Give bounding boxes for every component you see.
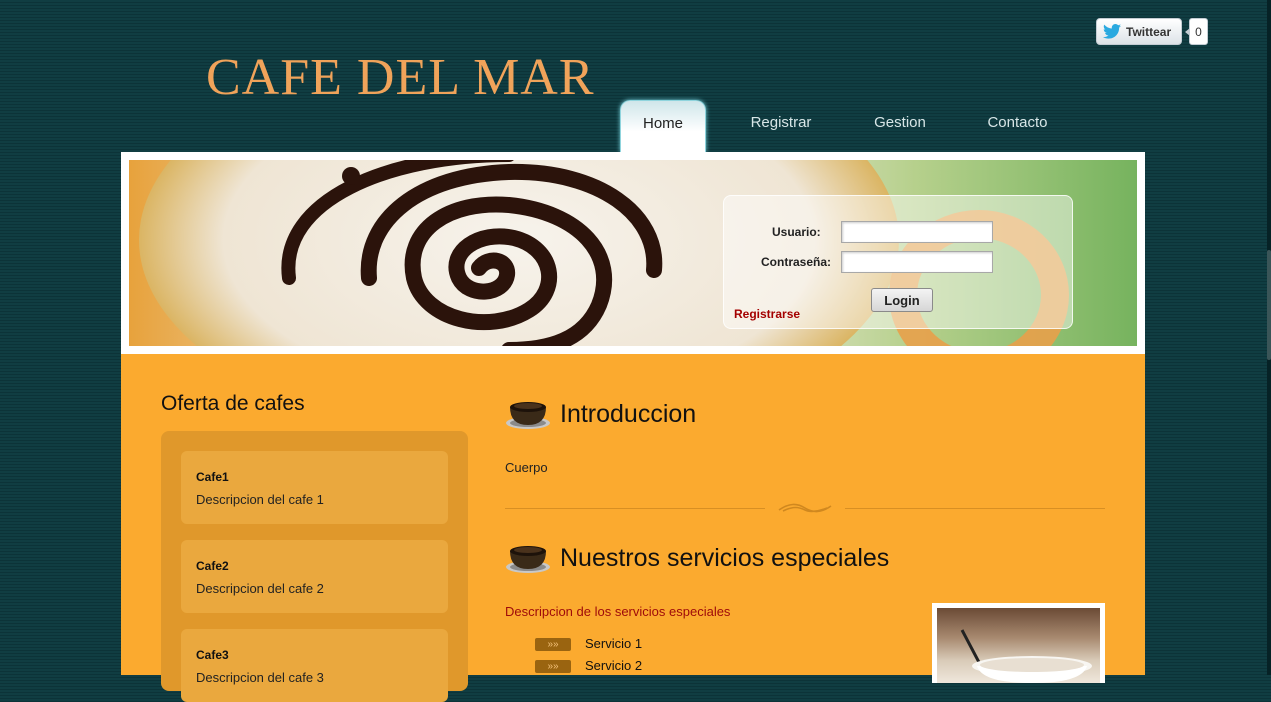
cafe-description: Descripcion del cafe 2 xyxy=(196,581,324,596)
scrollbar-thumb[interactable] xyxy=(1267,250,1271,360)
username-label: Usuario: xyxy=(772,225,821,239)
cafe-description: Descripcion del cafe 1 xyxy=(196,492,324,507)
services-description: Descripcion de los servicios especiales xyxy=(505,604,731,619)
twitter-share-button[interactable]: Twittear xyxy=(1096,18,1182,45)
site-logo[interactable]: CAFE DEL MAR xyxy=(206,48,595,107)
twitter-button-label: Twittear xyxy=(1126,24,1172,39)
service-item[interactable]: »» Servicio 1 xyxy=(535,636,643,652)
twitter-bird-icon xyxy=(1103,24,1121,39)
divider-ornament xyxy=(765,501,845,515)
sidebar-title: Oferta de cafes xyxy=(161,392,305,415)
nav-registrar[interactable]: Registrar xyxy=(736,100,826,152)
intro-body: Cuerpo xyxy=(505,460,548,475)
intro-title: Introduccion xyxy=(560,400,697,428)
service-label: Servicio 1 xyxy=(585,636,643,651)
nav-contacto[interactable]: Contacto xyxy=(975,100,1060,152)
cafe-card[interactable]: Cafe2 Descripcion del cafe 2 xyxy=(181,540,448,613)
page-scrollbar[interactable] xyxy=(1267,0,1271,675)
cafe-description: Descripcion del cafe 3 xyxy=(196,670,324,685)
services-title: Nuestros servicios especiales xyxy=(560,544,890,572)
cafe-name: Cafe3 xyxy=(196,648,229,662)
double-chevron-icon: »» xyxy=(535,638,571,652)
service-item[interactable]: »» Servicio 2 xyxy=(535,658,643,674)
password-input[interactable] xyxy=(841,251,993,273)
services-photo-frame xyxy=(932,603,1105,683)
cafe-list: Cafe1 Descripcion del cafe 1 Cafe2 Descr… xyxy=(161,431,468,702)
cafe-card[interactable]: Cafe1 Descripcion del cafe 1 xyxy=(181,451,448,524)
coffee-banner: Usuario: Contraseña: Login Registrarse xyxy=(129,160,1137,346)
nav-gestion[interactable]: Gestion xyxy=(860,100,940,152)
service-label: Servicio 2 xyxy=(585,658,643,673)
coffee-photo xyxy=(937,608,1100,683)
cafe-name: Cafe2 xyxy=(196,559,229,573)
banner-frame: Usuario: Contraseña: Login Registrarse xyxy=(121,152,1145,354)
password-label: Contraseña: xyxy=(761,255,832,269)
twitter-count: 0 xyxy=(1185,18,1208,45)
double-chevron-icon: »» xyxy=(535,660,571,674)
cafe-card[interactable]: Cafe3 Descripcion del cafe 3 xyxy=(181,629,448,702)
username-input[interactable] xyxy=(841,221,993,243)
coffee-cup-photo xyxy=(960,629,1092,683)
register-link[interactable]: Registrarse xyxy=(734,307,800,321)
cafe-name: Cafe1 xyxy=(196,470,229,484)
coffee-cup-icon xyxy=(506,546,550,573)
login-button[interactable]: Login xyxy=(871,288,933,312)
nav-home[interactable]: Home xyxy=(620,100,706,152)
coffee-cup-icon xyxy=(506,402,550,429)
content-container: Usuario: Contraseña: Login Registrarse O… xyxy=(121,152,1145,702)
login-panel: Usuario: Contraseña: Login Registrarse xyxy=(723,195,1073,329)
